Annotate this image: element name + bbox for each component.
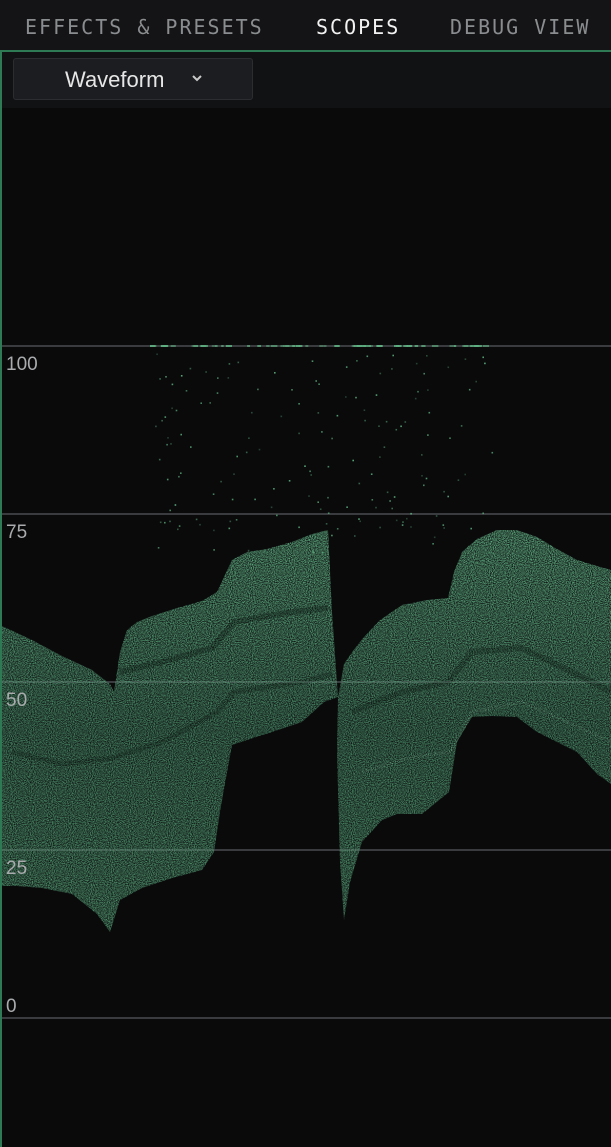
chevron-down-icon	[192, 75, 202, 82]
scope-toolbar: Waveform	[2, 52, 611, 108]
tab-bar: EFFECTS & PRESETS SCOPES DEBUG VIEW	[0, 0, 611, 52]
tab-effects-presets[interactable]: EFFECTS & PRESETS	[25, 15, 264, 39]
waveform-trace	[2, 530, 611, 932]
scope-type-dropdown[interactable]: Waveform	[13, 58, 253, 100]
waveform-band-left	[2, 530, 338, 932]
scale-label-50: 50	[6, 690, 27, 711]
scope-type-value: Waveform	[65, 67, 165, 92]
scale-label-75: 75	[6, 522, 27, 543]
waveform-band-right	[337, 530, 611, 920]
tab-debug-view[interactable]: DEBUG VIEW	[450, 15, 590, 39]
scopes-panel: 100 75 50 25 0 Waveform	[0, 52, 611, 1147]
scale-label-25: 25	[6, 858, 27, 879]
tab-scopes[interactable]: SCOPES	[316, 15, 400, 39]
waveform-specks	[150, 345, 494, 554]
scale-label-0: 0	[6, 996, 17, 1017]
waveform-scope: 100 75 50 25 0	[2, 345, 611, 1019]
scale-label-100: 100	[6, 354, 38, 375]
